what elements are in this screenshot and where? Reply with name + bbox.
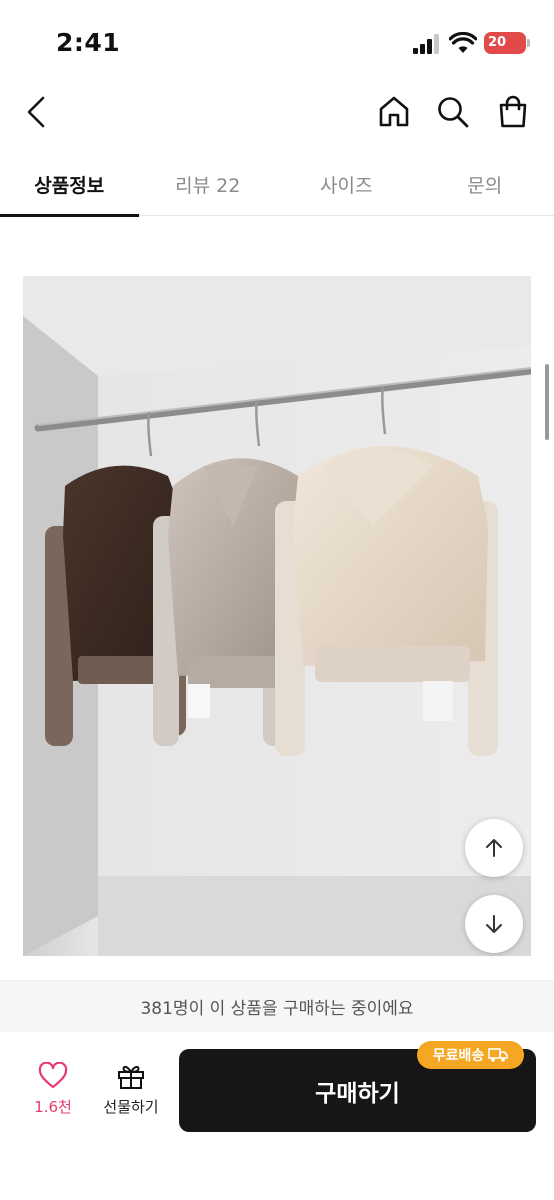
cart-button[interactable]	[491, 90, 535, 134]
status-bar: 2:41 20	[0, 0, 554, 80]
wifi-icon	[449, 32, 477, 53]
home-icon	[379, 96, 409, 127]
top-navigation	[0, 80, 554, 142]
back-button[interactable]	[14, 90, 58, 134]
scrollbar[interactable]	[545, 364, 549, 440]
gift-icon	[118, 1065, 144, 1089]
status-time: 2:41	[56, 28, 121, 57]
battery-cap	[527, 39, 530, 47]
gift-button[interactable]: 선물하기	[96, 1062, 166, 1126]
product-image	[23, 276, 531, 956]
free-shipping-badge: 무료배송	[417, 1041, 524, 1069]
gift-label: 선물하기	[103, 1098, 159, 1116]
battery-indicator: 20	[484, 32, 526, 54]
chevron-left-icon	[27, 96, 45, 128]
heart-icon	[38, 1062, 68, 1089]
buyer-count-banner: 381명이 이 상품을 구매하는 중이에요	[0, 980, 554, 1032]
scroll-up-button[interactable]	[465, 819, 523, 877]
tab-size[interactable]: 사이즈	[277, 152, 416, 216]
arrow-down-icon	[486, 915, 502, 933]
battery-level: 20	[488, 35, 507, 50]
search-button[interactable]	[431, 90, 475, 134]
bottom-action-bar: 1.6천 선물하기 구매하기 무료배송	[0, 1032, 554, 1200]
product-photo	[23, 276, 531, 956]
scroll-down-button[interactable]	[465, 895, 523, 953]
home-button[interactable]	[372, 90, 416, 134]
signal-icon	[413, 34, 439, 54]
tab-reviews[interactable]: 리뷰 22	[139, 152, 278, 216]
tab-inquiry[interactable]: 문의	[416, 152, 554, 216]
truck-icon	[488, 1048, 509, 1062]
free-shipping-label: 무료배송	[432, 1048, 485, 1064]
arrow-up-icon	[486, 839, 502, 857]
like-button[interactable]: 1.6천	[22, 1062, 84, 1126]
product-tabs: 상품정보 리뷰 22 사이즈 문의	[0, 152, 554, 217]
like-count: 1.6천	[34, 1098, 72, 1116]
tab-product-info[interactable]: 상품정보	[0, 152, 139, 217]
shopping-bag-icon	[499, 95, 527, 128]
search-icon	[438, 97, 469, 128]
